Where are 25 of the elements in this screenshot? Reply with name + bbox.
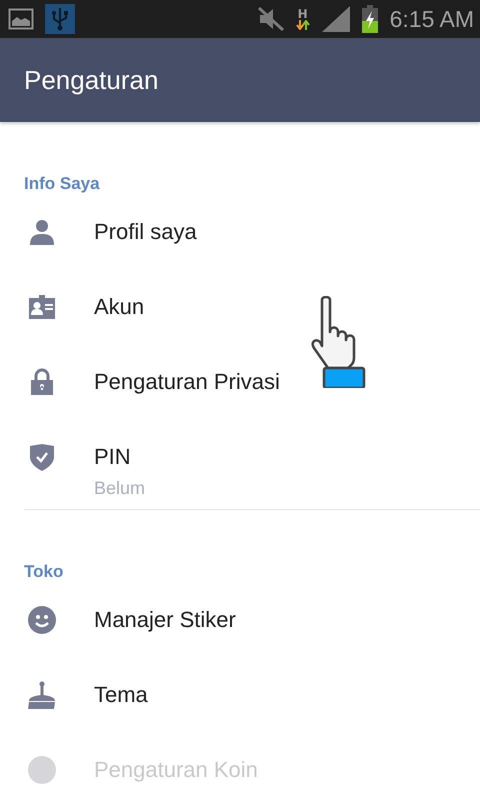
person-icon xyxy=(28,218,56,246)
menu-item[interactable]: Pengaturan Privasi xyxy=(94,369,280,395)
clock: 6:15 AM xyxy=(390,6,474,32)
usb-icon xyxy=(45,4,75,34)
network-type: H xyxy=(298,8,308,20)
menu-item[interactable]: PIN xyxy=(94,444,146,470)
menu-item[interactable]: Tema xyxy=(94,682,148,708)
item-status: Belum xyxy=(94,478,146,499)
battery-icon xyxy=(362,5,378,33)
data-arrows-icon xyxy=(296,20,310,30)
coin-icon xyxy=(28,756,56,784)
section-header: Toko xyxy=(24,562,64,583)
menu-item[interactable]: Profil saya xyxy=(94,219,197,245)
id-card-icon xyxy=(28,293,56,321)
signal-icon xyxy=(322,6,350,32)
lock-icon xyxy=(28,368,56,396)
shield-icon xyxy=(28,443,56,471)
screen-title: Pengaturan xyxy=(24,64,158,96)
menu-item[interactable]: Akun xyxy=(94,294,144,320)
paintbrush-icon xyxy=(28,681,56,709)
image-icon xyxy=(8,6,34,32)
smiley-icon xyxy=(28,606,56,634)
section-header: Info Saya xyxy=(24,174,101,195)
mute-icon xyxy=(258,7,284,31)
menu-item[interactable]: Manajer Stiker xyxy=(94,607,236,633)
